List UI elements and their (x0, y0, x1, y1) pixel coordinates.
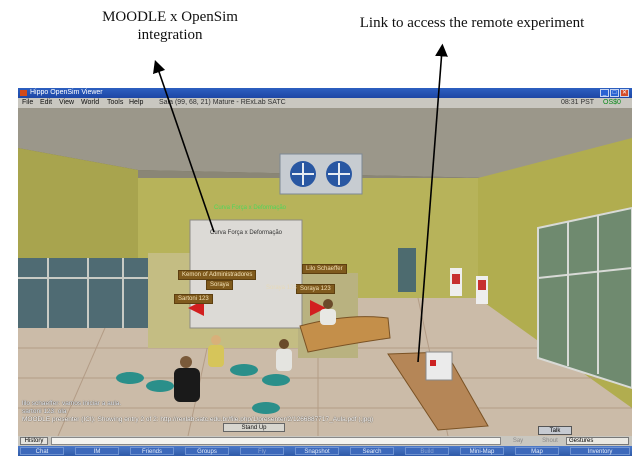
avatar-name-tag-3: Sartoni 123 (174, 294, 213, 304)
maximize-button[interactable]: □ (610, 89, 619, 97)
menu-tools[interactable]: Tools (107, 98, 123, 108)
toolbar-inventory-button[interactable]: Inventory (570, 447, 630, 455)
chat-input[interactable] (51, 437, 501, 445)
presenter-green-label: Curva Força x Deformação (214, 205, 287, 211)
minimize-button[interactable]: _ (600, 89, 609, 97)
shout-button[interactable]: Shout (536, 437, 564, 445)
toolbar-build-button[interactable]: Build (405, 447, 449, 455)
stand-up-button[interactable]: Stand Up (223, 423, 285, 432)
toolbar-snapshot-button[interactable]: Snapshot (295, 447, 339, 455)
3d-scene-view[interactable]: Curva Força x Deformação Curva Força x D… (18, 108, 632, 436)
toolbar: Chat IM Friends Groups Fly Snapshot Sear… (18, 446, 632, 456)
toolbar-fly-button[interactable]: Fly (240, 447, 284, 455)
chat-line: sartoni 123: ola (22, 408, 67, 415)
chat-line: MOODLE presenter (ICI): Showing entry 2 … (22, 416, 374, 423)
chat-history-overlay: lilo schaeffer: vamos iniciar a aula. sa… (22, 400, 373, 424)
chat-line: lilo schaeffer: vamos iniciar a aula. (22, 400, 122, 407)
chat-bar: History Say Shout Gestures (18, 436, 632, 446)
menu-bar: File Edit View World Tools Help Sala (99… (18, 98, 632, 108)
balance-readout: OS$0 (603, 99, 621, 106)
title-bar: Hippo OpenSim Viewer _ □ ✕ (18, 88, 632, 98)
gestures-dropdown[interactable]: Gestures (566, 437, 629, 445)
menu-file[interactable]: File (22, 98, 33, 108)
clock-readout: 08:31 PST (561, 99, 595, 106)
avatar-name-tag-6: Soraya 123 (266, 285, 297, 291)
avatar-name-tag-4: Lilo Schaeffer (302, 264, 347, 274)
opensim-viewer-window: Hippo OpenSim Viewer _ □ ✕ File Edit Vie… (18, 88, 632, 456)
toolbar-chat-button[interactable]: Chat (20, 447, 64, 455)
avatar-name-tag-1: Kemon of Administradores (178, 270, 257, 280)
window-title: Hippo OpenSim Viewer (30, 89, 103, 96)
toolbar-search-button[interactable]: Search (350, 447, 394, 455)
menu-edit[interactable]: Edit (40, 98, 52, 108)
close-button[interactable]: ✕ (620, 89, 629, 97)
toolbar-minimap-button[interactable]: Mini-Map (460, 447, 504, 455)
annotation-moodle-opensim: MOODLE x OpenSim integration (102, 9, 238, 43)
toolbar-im-button[interactable]: IM (75, 447, 119, 455)
hippo-logo-icon (20, 90, 27, 96)
presentation-board-title: Curva Força x Deformação (209, 230, 283, 236)
toolbar-groups-button[interactable]: Groups (185, 447, 229, 455)
menu-help[interactable]: Help (129, 98, 143, 108)
toolbar-map-button[interactable]: Map (515, 447, 559, 455)
menu-world[interactable]: World (81, 98, 99, 108)
location-readout: Sala (99, 68, 21) Mature - RExLab SATC (159, 99, 286, 106)
toolbar-friends-button[interactable]: Friends (130, 447, 174, 455)
annotation-remote-experiment-link: Link to access the remote experiment (359, 15, 585, 31)
menu-view[interactable]: View (59, 98, 74, 108)
say-button[interactable]: Say (504, 437, 532, 445)
avatar-name-tag-5: Soraya 123 (296, 284, 335, 294)
avatar-name-tag-2: Soraya (206, 280, 234, 290)
history-button[interactable]: History (20, 437, 48, 445)
talk-button[interactable]: Talk (538, 426, 572, 435)
